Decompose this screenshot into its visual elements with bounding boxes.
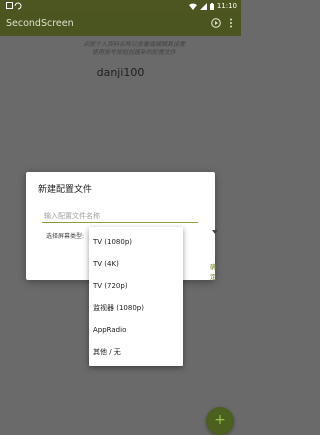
profile-list-item[interactable]: danji100 bbox=[0, 66, 241, 79]
screen-type-menu: TV (1080p) TV (4K) TV (720p) 监视器 (1080p)… bbox=[89, 227, 183, 366]
menu-item-other-none[interactable]: 其他 / 无 bbox=[89, 341, 183, 363]
profile-name-input[interactable] bbox=[42, 209, 198, 223]
menu-item-tv-720p[interactable]: TV (720p) bbox=[89, 275, 183, 297]
chevron-down-icon[interactable] bbox=[212, 230, 218, 234]
menu-item-monitor-1080p[interactable]: 监视器 (1080p) bbox=[89, 297, 183, 319]
app-title: SecondScreen bbox=[6, 18, 74, 29]
app-actions bbox=[211, 18, 233, 28]
overflow-menu-icon[interactable] bbox=[229, 18, 233, 28]
signal-icon bbox=[199, 2, 207, 10]
status-time: 11:10 bbox=[216, 2, 237, 10]
notification-icons bbox=[6, 2, 22, 12]
screen-type-label: 选择屏幕类型: bbox=[46, 233, 85, 240]
ok-button[interactable]: 确定 bbox=[210, 261, 217, 281]
app-bar: SecondScreen bbox=[0, 12, 241, 36]
photo-icon bbox=[6, 2, 22, 10]
hint-text: 点按个人资料名称以查看或编辑其设置 使用按号按钮创建新的配置文件 bbox=[50, 41, 218, 57]
menu-item-tv-1080p[interactable]: TV (1080p) bbox=[89, 231, 183, 253]
menu-item-appradio[interactable]: AppRadio bbox=[89, 319, 183, 341]
system-icons: 11:10 bbox=[188, 2, 237, 10]
battery-icon bbox=[209, 2, 214, 10]
dialog-title: 新建配置文件 bbox=[38, 185, 93, 195]
menu-item-tv-4k[interactable]: TV (4K) bbox=[89, 253, 183, 275]
add-profile-button[interactable]: + bbox=[206, 407, 234, 435]
wifi-icon bbox=[188, 3, 197, 10]
hint-line-1: 点按个人资料名称以查看或编辑其设置 bbox=[82, 41, 185, 48]
hint-line-2: 使用按号按钮创建新的配置文件 bbox=[91, 49, 176, 56]
status-bar: 11:10 bbox=[0, 0, 241, 12]
play-icon[interactable] bbox=[211, 18, 221, 28]
